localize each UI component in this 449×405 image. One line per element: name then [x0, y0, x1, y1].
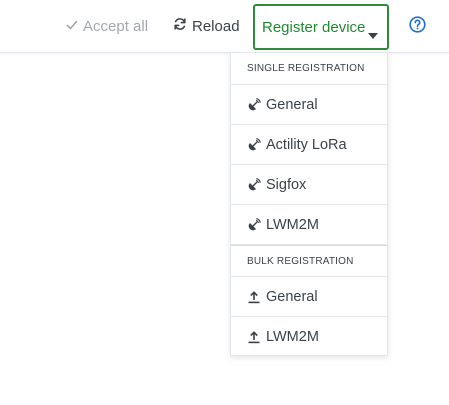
action-bar: Accept all Reload Register device	[0, 0, 449, 53]
reload-label: Reload	[192, 17, 240, 35]
question-circle-icon	[408, 15, 426, 37]
single-registration-header: SINGLE REGISTRATION	[231, 53, 387, 85]
upload-icon	[247, 290, 261, 304]
menu-item-single-general[interactable]: General	[231, 85, 387, 125]
reload-button[interactable]: Reload	[173, 0, 240, 52]
accept-all-button[interactable]: Accept all	[66, 0, 148, 52]
check-icon	[66, 18, 83, 35]
menu-item-label: LWM2M	[266, 216, 319, 233]
register-device-dropdown: SINGLE REGISTRATION General Actility LoR…	[230, 52, 388, 356]
menu-item-label: Sigfox	[266, 176, 307, 193]
satellite-icon	[247, 137, 261, 152]
page: Accept all Reload Register device SINGLE…	[0, 0, 449, 405]
menu-item-label: LWM2M	[266, 329, 319, 345]
menu-item-actility-lora[interactable]: Actility LoRa	[231, 125, 387, 165]
satellite-icon	[247, 97, 261, 112]
bulk-registration-header: BULK REGISTRATION	[231, 245, 387, 277]
satellite-icon	[247, 177, 261, 192]
menu-item-sigfox[interactable]: Sigfox	[231, 165, 387, 205]
menu-item-label: General	[266, 96, 318, 113]
register-device-label: Register device	[262, 18, 366, 36]
menu-item-label: Actility LoRa	[266, 136, 347, 153]
menu-item-single-lwm2m[interactable]: LWM2M	[231, 205, 387, 245]
help-button[interactable]	[408, 0, 426, 52]
menu-item-label: General	[266, 288, 318, 305]
register-device-button[interactable]: Register device	[253, 4, 389, 50]
refresh-icon	[173, 17, 192, 35]
upload-icon	[247, 330, 261, 344]
satellite-icon	[247, 217, 261, 232]
caret-down-icon	[368, 26, 378, 43]
accept-all-label: Accept all	[83, 17, 149, 35]
menu-item-bulk-general[interactable]: General	[231, 277, 387, 317]
menu-item-bulk-lwm2m[interactable]: LWM2M	[231, 317, 387, 357]
